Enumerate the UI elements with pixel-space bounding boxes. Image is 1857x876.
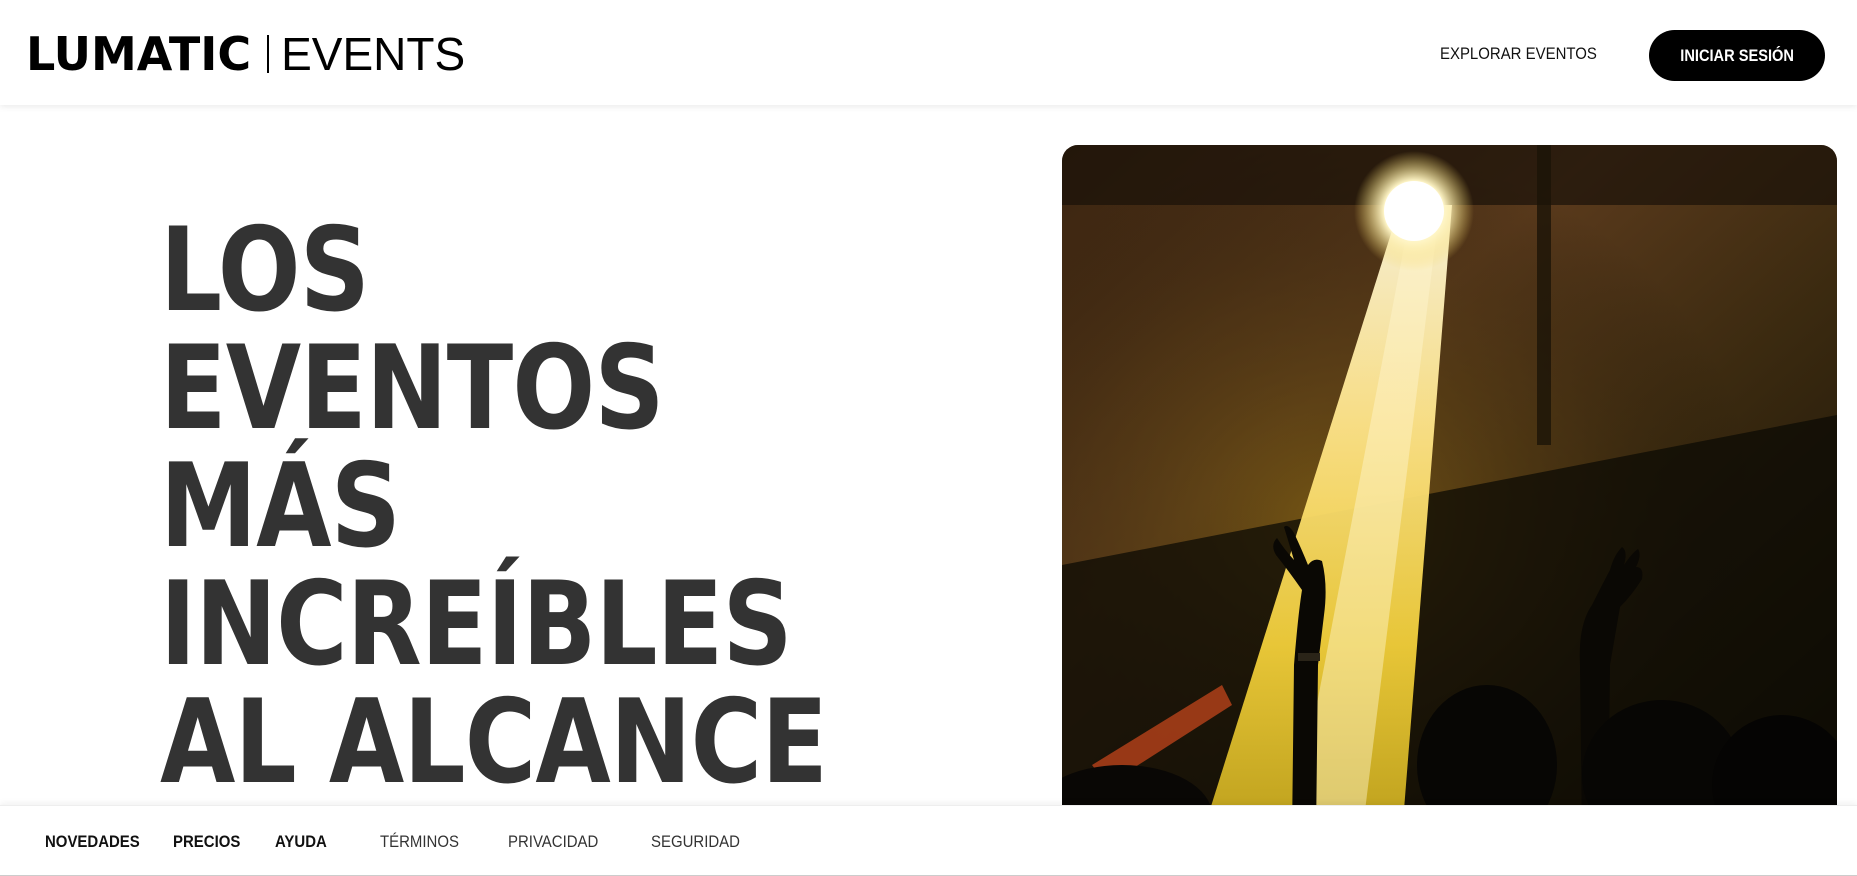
site-header: LUMATIC EVENTS EXPLORAR EVENTOS INICIAR … — [0, 0, 1857, 105]
footer-link-ayuda[interactable]: AYUDA — [275, 832, 327, 852]
hero-title-line: LOS — [160, 203, 370, 338]
footer-link-seguridad[interactable]: SEGURIDAD — [651, 832, 740, 852]
hero-image — [1062, 145, 1837, 835]
footer-link-terminos[interactable]: TÉRMINOS — [380, 832, 459, 852]
logo-divider — [267, 35, 270, 73]
hero-title-line: MÁS — [160, 439, 401, 574]
footer-link-precios[interactable]: PRECIOS — [173, 832, 240, 852]
hero-title-line: INCREÍBLES — [160, 557, 793, 692]
footer-nav: NOVEDADES PRECIOS AYUDA TÉRMINOS PRIVACI… — [45, 832, 752, 852]
logo[interactable]: LUMATIC EVENTS — [26, 26, 465, 82]
login-button[interactable]: INICIAR SESIÓN — [1649, 30, 1825, 81]
hero-title-line: AL ALCANCE — [160, 675, 828, 810]
logo-primary-text: LUMATIC — [26, 27, 252, 81]
footer-link-privacidad[interactable]: PRIVACIDAD — [508, 832, 598, 852]
logo-secondary-text: EVENTS — [281, 28, 466, 80]
login-button-label: INICIAR SESIÓN — [1680, 45, 1794, 65]
footer-link-novedades[interactable]: NOVEDADES — [45, 832, 140, 852]
hero-title: LOS EVENTOS MÁS INCREÍBLES AL ALCANCE — [160, 203, 828, 810]
hero-title-line: EVENTOS — [160, 321, 665, 456]
explore-events-link[interactable]: EXPLORAR EVENTOS — [1440, 44, 1597, 64]
site-footer: NOVEDADES PRECIOS AYUDA TÉRMINOS PRIVACI… — [0, 805, 1857, 876]
